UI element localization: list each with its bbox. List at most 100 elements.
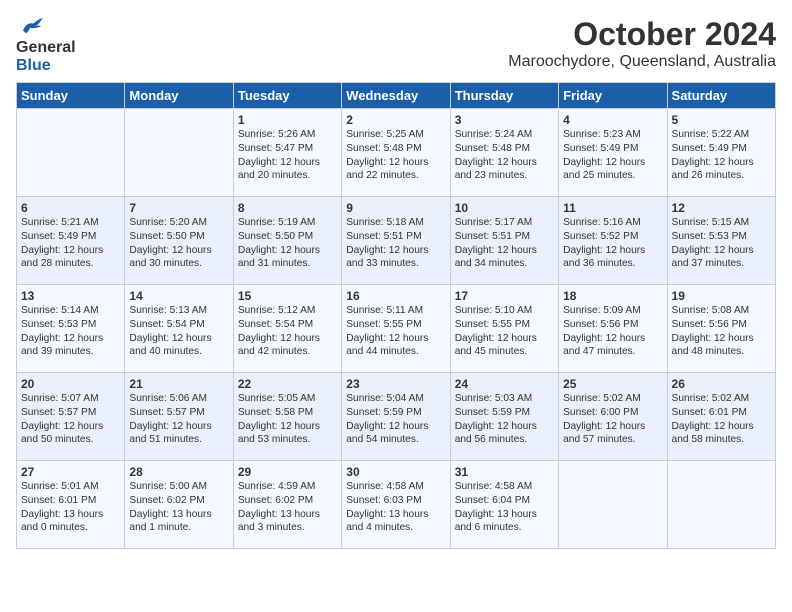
- day-info: Sunrise: 4:59 AM Sunset: 6:02 PM Dayligh…: [238, 480, 337, 535]
- logo-line1: General: [16, 39, 76, 57]
- day-number: 31: [455, 465, 554, 479]
- calendar-cell: 19Sunrise: 5:08 AM Sunset: 5:56 PM Dayli…: [667, 285, 775, 373]
- day-number: 8: [238, 201, 337, 215]
- column-header-tuesday: Tuesday: [233, 83, 341, 109]
- day-info: Sunrise: 5:26 AM Sunset: 5:47 PM Dayligh…: [238, 128, 337, 183]
- calendar-cell: [17, 109, 125, 197]
- day-number: 20: [21, 377, 120, 391]
- column-header-wednesday: Wednesday: [342, 83, 450, 109]
- day-number: 17: [455, 289, 554, 303]
- day-info: Sunrise: 5:22 AM Sunset: 5:49 PM Dayligh…: [672, 128, 771, 183]
- day-info: Sunrise: 5:07 AM Sunset: 5:57 PM Dayligh…: [21, 392, 120, 447]
- calendar-cell: 1Sunrise: 5:26 AM Sunset: 5:47 PM Daylig…: [233, 109, 341, 197]
- calendar-cell: 5Sunrise: 5:22 AM Sunset: 5:49 PM Daylig…: [667, 109, 775, 197]
- calendar-table: SundayMondayTuesdayWednesdayThursdayFrid…: [16, 82, 776, 549]
- day-info: Sunrise: 5:17 AM Sunset: 5:51 PM Dayligh…: [455, 216, 554, 271]
- page-title: October 2024: [508, 16, 776, 53]
- column-header-monday: Monday: [125, 83, 233, 109]
- day-number: 14: [129, 289, 228, 303]
- calendar-cell: 25Sunrise: 5:02 AM Sunset: 6:00 PM Dayli…: [559, 373, 667, 461]
- day-number: 15: [238, 289, 337, 303]
- day-info: Sunrise: 5:23 AM Sunset: 5:49 PM Dayligh…: [563, 128, 662, 183]
- day-info: Sunrise: 5:00 AM Sunset: 6:02 PM Dayligh…: [129, 480, 228, 535]
- day-number: 19: [672, 289, 771, 303]
- day-info: Sunrise: 5:06 AM Sunset: 5:57 PM Dayligh…: [129, 392, 228, 447]
- day-number: 29: [238, 465, 337, 479]
- day-info: Sunrise: 5:10 AM Sunset: 5:55 PM Dayligh…: [455, 304, 554, 359]
- day-number: 12: [672, 201, 771, 215]
- day-info: Sunrise: 5:05 AM Sunset: 5:58 PM Dayligh…: [238, 392, 337, 447]
- day-number: 5: [672, 113, 771, 127]
- day-number: 26: [672, 377, 771, 391]
- calendar-cell: 21Sunrise: 5:06 AM Sunset: 5:57 PM Dayli…: [125, 373, 233, 461]
- day-number: 28: [129, 465, 228, 479]
- column-header-thursday: Thursday: [450, 83, 558, 109]
- day-info: Sunrise: 5:03 AM Sunset: 5:59 PM Dayligh…: [455, 392, 554, 447]
- day-number: 30: [346, 465, 445, 479]
- day-info: Sunrise: 5:16 AM Sunset: 5:52 PM Dayligh…: [563, 216, 662, 271]
- calendar-cell: 23Sunrise: 5:04 AM Sunset: 5:59 PM Dayli…: [342, 373, 450, 461]
- column-header-saturday: Saturday: [667, 83, 775, 109]
- logo: General Blue: [16, 16, 76, 74]
- day-info: Sunrise: 5:02 AM Sunset: 6:00 PM Dayligh…: [563, 392, 662, 447]
- day-info: Sunrise: 5:24 AM Sunset: 5:48 PM Dayligh…: [455, 128, 554, 183]
- day-info: Sunrise: 5:01 AM Sunset: 6:01 PM Dayligh…: [21, 480, 120, 535]
- calendar-cell: 14Sunrise: 5:13 AM Sunset: 5:54 PM Dayli…: [125, 285, 233, 373]
- calendar-cell: 24Sunrise: 5:03 AM Sunset: 5:59 PM Dayli…: [450, 373, 558, 461]
- day-info: Sunrise: 5:15 AM Sunset: 5:53 PM Dayligh…: [672, 216, 771, 271]
- day-info: Sunrise: 5:25 AM Sunset: 5:48 PM Dayligh…: [346, 128, 445, 183]
- calendar-week-row: 6Sunrise: 5:21 AM Sunset: 5:49 PM Daylig…: [17, 197, 776, 285]
- day-info: Sunrise: 5:13 AM Sunset: 5:54 PM Dayligh…: [129, 304, 228, 359]
- logo-line2: Blue: [16, 57, 76, 75]
- day-number: 2: [346, 113, 445, 127]
- calendar-week-row: 27Sunrise: 5:01 AM Sunset: 6:01 PM Dayli…: [17, 461, 776, 549]
- day-info: Sunrise: 5:19 AM Sunset: 5:50 PM Dayligh…: [238, 216, 337, 271]
- day-number: 23: [346, 377, 445, 391]
- day-info: Sunrise: 4:58 AM Sunset: 6:03 PM Dayligh…: [346, 480, 445, 535]
- day-number: 4: [563, 113, 662, 127]
- day-info: Sunrise: 5:21 AM Sunset: 5:49 PM Dayligh…: [21, 216, 120, 271]
- calendar-cell: 20Sunrise: 5:07 AM Sunset: 5:57 PM Dayli…: [17, 373, 125, 461]
- day-info: Sunrise: 5:08 AM Sunset: 5:56 PM Dayligh…: [672, 304, 771, 359]
- day-info: Sunrise: 5:12 AM Sunset: 5:54 PM Dayligh…: [238, 304, 337, 359]
- calendar-cell: [125, 109, 233, 197]
- day-number: 25: [563, 377, 662, 391]
- calendar-cell: 12Sunrise: 5:15 AM Sunset: 5:53 PM Dayli…: [667, 197, 775, 285]
- calendar-cell: 13Sunrise: 5:14 AM Sunset: 5:53 PM Dayli…: [17, 285, 125, 373]
- page-subtitle: Maroochydore, Queensland, Australia: [508, 53, 776, 71]
- calendar-cell: 31Sunrise: 4:58 AM Sunset: 6:04 PM Dayli…: [450, 461, 558, 549]
- day-info: Sunrise: 5:20 AM Sunset: 5:50 PM Dayligh…: [129, 216, 228, 271]
- calendar-cell: 16Sunrise: 5:11 AM Sunset: 5:55 PM Dayli…: [342, 285, 450, 373]
- day-number: 6: [21, 201, 120, 215]
- day-number: 13: [21, 289, 120, 303]
- day-info: Sunrise: 5:18 AM Sunset: 5:51 PM Dayligh…: [346, 216, 445, 271]
- day-number: 27: [21, 465, 120, 479]
- calendar-cell: 4Sunrise: 5:23 AM Sunset: 5:49 PM Daylig…: [559, 109, 667, 197]
- calendar-cell: 7Sunrise: 5:20 AM Sunset: 5:50 PM Daylig…: [125, 197, 233, 285]
- day-info: Sunrise: 5:09 AM Sunset: 5:56 PM Dayligh…: [563, 304, 662, 359]
- day-number: 24: [455, 377, 554, 391]
- day-number: 10: [455, 201, 554, 215]
- calendar-cell: [667, 461, 775, 549]
- calendar-cell: 15Sunrise: 5:12 AM Sunset: 5:54 PM Dayli…: [233, 285, 341, 373]
- day-info: Sunrise: 5:11 AM Sunset: 5:55 PM Dayligh…: [346, 304, 445, 359]
- title-block: October 2024 Maroochydore, Queensland, A…: [508, 16, 776, 71]
- day-number: 9: [346, 201, 445, 215]
- calendar-cell: 27Sunrise: 5:01 AM Sunset: 6:01 PM Dayli…: [17, 461, 125, 549]
- day-number: 18: [563, 289, 662, 303]
- calendar-cell: 6Sunrise: 5:21 AM Sunset: 5:49 PM Daylig…: [17, 197, 125, 285]
- day-number: 21: [129, 377, 228, 391]
- calendar-cell: 29Sunrise: 4:59 AM Sunset: 6:02 PM Dayli…: [233, 461, 341, 549]
- column-header-sunday: Sunday: [17, 83, 125, 109]
- calendar-cell: 10Sunrise: 5:17 AM Sunset: 5:51 PM Dayli…: [450, 197, 558, 285]
- calendar-cell: 2Sunrise: 5:25 AM Sunset: 5:48 PM Daylig…: [342, 109, 450, 197]
- day-info: Sunrise: 4:58 AM Sunset: 6:04 PM Dayligh…: [455, 480, 554, 535]
- column-header-friday: Friday: [559, 83, 667, 109]
- day-number: 16: [346, 289, 445, 303]
- calendar-cell: 8Sunrise: 5:19 AM Sunset: 5:50 PM Daylig…: [233, 197, 341, 285]
- day-info: Sunrise: 5:14 AM Sunset: 5:53 PM Dayligh…: [21, 304, 120, 359]
- calendar-cell: [559, 461, 667, 549]
- page-header: General Blue October 2024 Maroochydore, …: [16, 16, 776, 74]
- day-number: 22: [238, 377, 337, 391]
- calendar-week-row: 20Sunrise: 5:07 AM Sunset: 5:57 PM Dayli…: [17, 373, 776, 461]
